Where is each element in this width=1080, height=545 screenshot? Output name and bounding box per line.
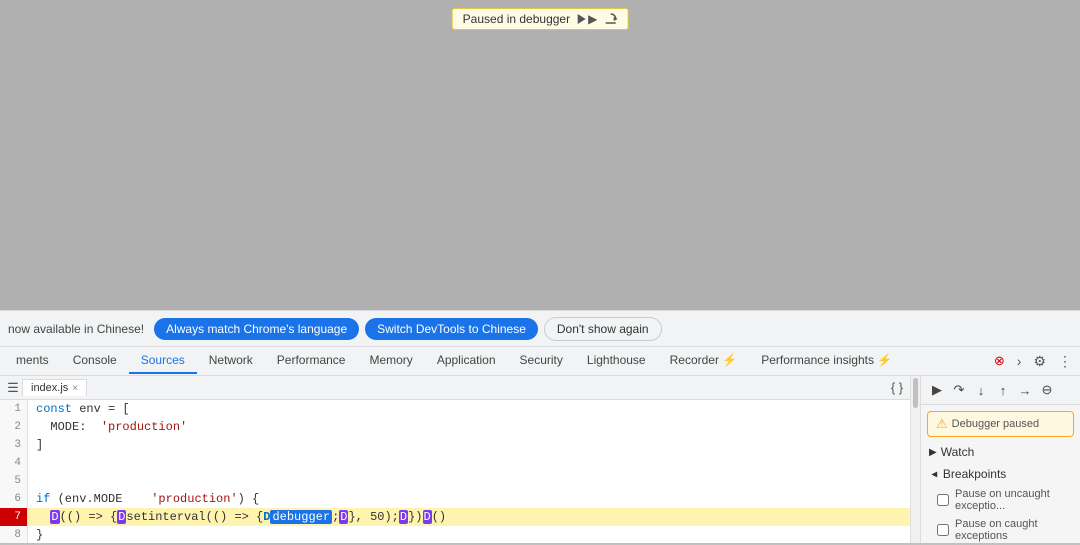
code-line-3: 3 ]: [0, 436, 910, 454]
resume-button[interactable]: ▶: [576, 12, 597, 26]
file-tab-indexjs[interactable]: index.js ×: [22, 379, 87, 396]
sources-panel: ☰ index.js × { } 1 const env = [ 2 MODE:…: [0, 376, 1080, 543]
language-prompt-text: now available in Chinese!: [8, 322, 144, 336]
tab-security[interactable]: Security: [508, 348, 575, 374]
pause-uncaught-checkbox[interactable]: [937, 494, 949, 506]
watch-label: Watch: [941, 445, 975, 459]
pause-caught-label: Pause on caught exceptions: [955, 518, 1072, 542]
resume-ctrl-icon[interactable]: ▶: [927, 380, 947, 400]
scroll-thumb[interactable]: [913, 378, 918, 408]
code-editor: 1 const env = [ 2 MODE: 'production' 3 ]…: [0, 400, 910, 543]
line-num-2: 2: [0, 418, 28, 436]
tab-console[interactable]: Console: [61, 348, 129, 374]
file-tab-name: index.js: [31, 382, 68, 394]
code-line-6: 6 if (env.MODE 'production') {: [0, 490, 910, 508]
watch-section-header[interactable]: ▶ Watch: [921, 441, 1080, 463]
right-panel: ▶ ↷ ↓ ↑ → ⊖ ⚠ Debugger paused ▶ Watch ▼ …: [920, 376, 1080, 543]
tab-performance-insights[interactable]: Performance insights ⚡: [749, 348, 904, 374]
close-error-icon[interactable]: ⊗: [990, 353, 1009, 369]
line-num-1: 1: [0, 400, 28, 418]
tab-elements[interactable]: ments: [4, 348, 61, 374]
expand-icon[interactable]: ›: [1013, 353, 1026, 369]
sidebar-toggle-icon[interactable]: ☰: [4, 379, 22, 397]
switch-devtools-chinese-button[interactable]: Switch DevTools to Chinese: [365, 318, 538, 340]
line-num-8: 8: [0, 526, 28, 543]
file-tab-bar: ☰ index.js × { }: [0, 376, 910, 400]
step-over-ctrl-icon[interactable]: ↷: [949, 380, 969, 400]
tab-memory[interactable]: Memory: [357, 348, 424, 374]
devtools-tab-icons: ⊗ › ⚙ ⋮: [990, 353, 1076, 370]
line-content-2: MODE: 'production': [28, 418, 187, 436]
code-line-2: 2 MODE: 'production': [0, 418, 910, 436]
tab-application[interactable]: Application: [425, 348, 508, 374]
tab-network[interactable]: Network: [197, 348, 265, 374]
pause-uncaught-item[interactable]: Pause on uncaught exceptio...: [921, 485, 1080, 515]
file-tab-close-icon[interactable]: ×: [72, 383, 78, 394]
line-num-7: 7: [0, 508, 28, 526]
line-content-3: ]: [28, 436, 43, 454]
code-editor-area: ☰ index.js × { } 1 const env = [ 2 MODE:…: [0, 376, 910, 543]
step-into-ctrl-icon[interactable]: ↓: [971, 380, 991, 400]
code-line-8: 8 }: [0, 526, 910, 543]
tab-lighthouse[interactable]: Lighthouse: [575, 348, 658, 374]
debugger-paused-label: Debugger paused: [952, 418, 1039, 430]
watch-chevron-icon: ▶: [929, 447, 937, 458]
tab-sources[interactable]: Sources: [129, 348, 197, 374]
line-content-7: D(() => {Dsetinterval(() => {Ddebugger;D…: [28, 508, 446, 526]
devtools-tab-bar: ments Console Sources Network Performanc…: [0, 346, 1080, 376]
code-line-1: 1 const env = [: [0, 400, 910, 418]
debugger-controls: ▶ ↷ ↓ ↑ → ⊖: [921, 376, 1080, 405]
step-ctrl-icon[interactable]: →: [1015, 380, 1035, 400]
line-content-1: const env = [: [28, 400, 130, 418]
language-bar: now available in Chinese! Always match C…: [0, 310, 1080, 346]
line-content-8: }: [28, 526, 43, 543]
code-line-7: 7 D(() => {Dsetinterval(() => {Ddebugger…: [0, 508, 910, 526]
breakpoints-section-header[interactable]: ▼ Breakpoints: [921, 463, 1080, 485]
format-icon[interactable]: { }: [888, 379, 906, 397]
code-line-5: 5: [0, 472, 910, 490]
step-over-button[interactable]: [603, 12, 617, 26]
warning-icon: ⚠: [936, 416, 948, 432]
code-line-4: 4: [0, 454, 910, 472]
dont-show-again-button[interactable]: Don't show again: [544, 317, 662, 341]
settings-icon[interactable]: ⚙: [1029, 353, 1050, 370]
line-content-6: if (env.MODE 'production') {: [28, 490, 259, 508]
tab-recorder[interactable]: Recorder ⚡: [658, 348, 750, 374]
debugger-paused-badge: ⚠ Debugger paused: [927, 411, 1074, 437]
step-out-ctrl-icon[interactable]: ↑: [993, 380, 1013, 400]
viewport-area: Paused in debugger ▶: [0, 0, 1080, 310]
debugger-paused-text: Paused in debugger: [463, 12, 570, 26]
code-scrollbar[interactable]: [910, 376, 920, 543]
debugger-banner: Paused in debugger ▶: [452, 8, 629, 30]
line-num-4: 4: [0, 454, 28, 472]
always-match-language-button[interactable]: Always match Chrome's language: [154, 318, 359, 340]
tab-performance[interactable]: Performance: [265, 348, 358, 374]
breakpoints-label: Breakpoints: [943, 467, 1006, 481]
line-num-3: 3: [0, 436, 28, 454]
pause-caught-checkbox[interactable]: [937, 524, 949, 536]
breakpoints-chevron-icon: ▼: [928, 469, 939, 479]
pause-uncaught-label: Pause on uncaught exceptio...: [955, 488, 1072, 512]
more-icon[interactable]: ⋮: [1054, 353, 1076, 370]
line-num-5: 5: [0, 472, 28, 490]
line-num-6: 6: [0, 490, 28, 508]
deactivate-bp-icon[interactable]: ⊖: [1037, 380, 1057, 400]
pause-caught-item[interactable]: Pause on caught exceptions: [921, 515, 1080, 545]
